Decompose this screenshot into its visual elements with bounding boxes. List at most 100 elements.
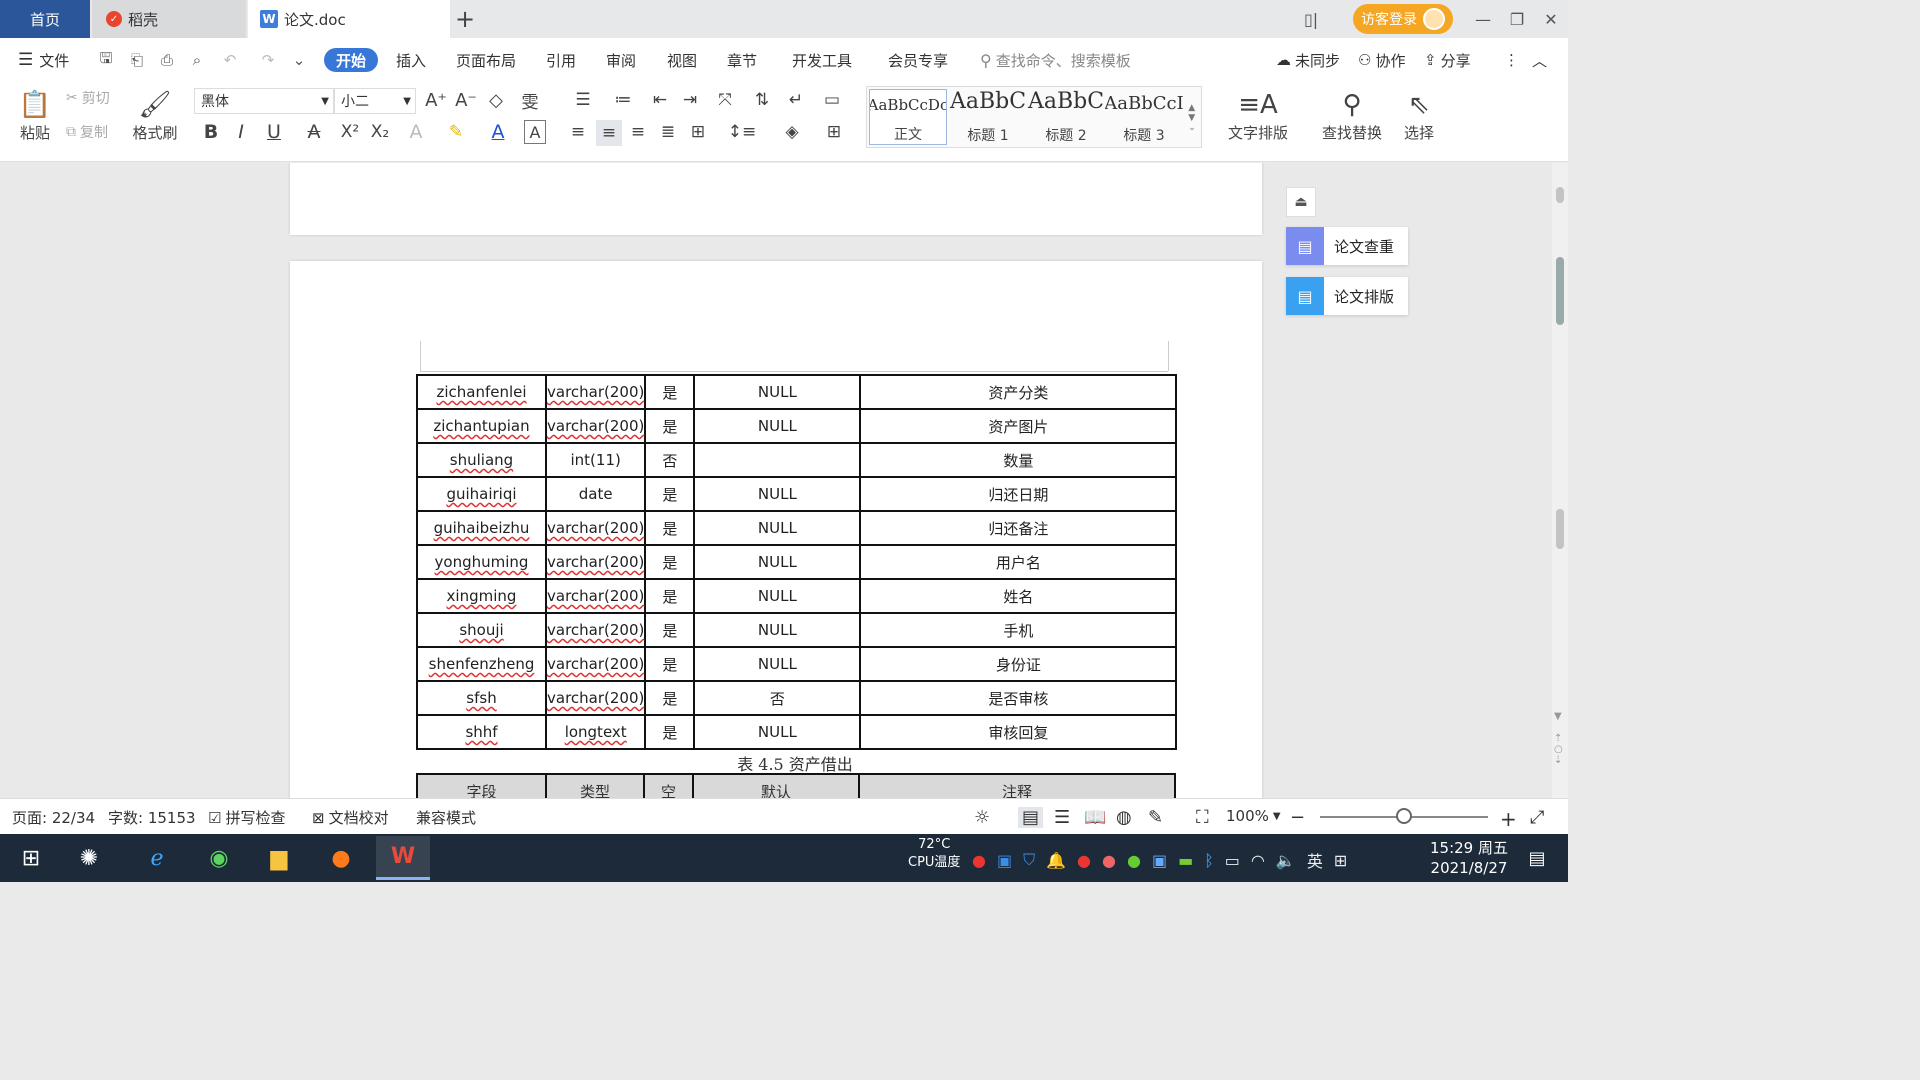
zoom-in-icon[interactable]: + [1500,807,1517,831]
type-cell[interactable]: varchar(200) [544,612,647,648]
file-menu[interactable]: ☰ 文件 [18,48,69,72]
print-preview-icon[interactable]: ⌕ [187,50,207,70]
line-spacing-icon[interactable]: ↕≡ [724,120,760,144]
distribute-icon[interactable]: ⊞ [686,120,710,144]
style-normal[interactable]: AaBbCcDc 正文 [869,89,947,145]
bell-icon[interactable]: 🔔 [1046,851,1066,870]
copy-button[interactable]: ⧉ 复制 [66,122,108,142]
type-cell[interactable]: varchar(200) [544,680,647,716]
style-heading-2[interactable]: AaBbC 标题 2 [1027,89,1105,145]
eye-protect-icon[interactable]: ☼ [974,807,990,828]
field-name-cell[interactable]: guihaibeizhu [416,510,547,546]
default-cell[interactable]: NULL [693,374,862,410]
nvidia-icon[interactable]: ▬ [1178,851,1193,870]
nullable-cell[interactable]: 否 [644,442,696,478]
shield-icon[interactable]: ⛉ [1023,850,1035,870]
subscript-icon[interactable]: X₂ [368,120,392,144]
nullable-cell[interactable]: 是 [644,578,696,614]
comment-cell[interactable]: 资产分类 [859,374,1178,410]
zoom-out-icon[interactable]: − [1290,807,1305,828]
comment-cell[interactable]: 手机 [859,612,1178,648]
paste-button[interactable]: 📋 粘贴 [12,86,58,146]
quick-access-dropdown-icon[interactable]: ⌄ [289,50,309,70]
more-icon[interactable]: ⋮ [1504,48,1519,72]
field-name-cell[interactable]: sfsh [416,680,547,716]
app-orange-icon[interactable]: ● [314,836,368,880]
nullable-cell[interactable]: 是 [644,680,696,716]
default-cell[interactable]: NULL [693,714,862,750]
field-name-cell[interactable]: shouji [416,612,547,648]
windows-start-icon[interactable]: ⊞ [4,836,58,880]
menu-page-layout[interactable]: 页面布局 [456,48,516,72]
command-search[interactable]: ⚲ 查找命令、搜索模板 [980,48,1131,72]
spell-check-button[interactable]: ☑ 拼写检查 [208,807,285,828]
bullet-list-icon[interactable]: ☰ [566,88,600,112]
comment-cell[interactable]: 用户名 [859,544,1178,580]
tray-app-icon[interactable]: ● [972,851,986,870]
tray-app-icon[interactable]: ● [1102,851,1116,870]
wps-office-icon[interactable]: W [376,836,430,880]
tray-app-icon[interactable]: ● [1127,851,1141,870]
fit-page-icon[interactable]: ⛶ [1196,807,1209,828]
comment-cell[interactable]: 资产图片 [859,408,1178,444]
align-left-icon[interactable]: ≡ [566,120,590,144]
default-cell[interactable] [693,442,862,478]
guest-login-button[interactable]: 访客登录 [1353,4,1453,34]
menu-chapter[interactable]: 章节 [727,48,757,72]
default-cell[interactable]: 否 [693,680,862,716]
align-center-icon[interactable]: ≡ [596,120,622,146]
menu-references[interactable]: 引用 [546,48,576,72]
field-name-cell[interactable]: yonghuming [416,544,547,580]
default-cell[interactable]: NULL [693,510,862,546]
sync-status[interactable]: ☁ 未同步 [1276,48,1340,72]
justify-icon[interactable]: ≣ [656,120,680,144]
bluetooth-icon[interactable]: ᛒ [1204,851,1214,870]
fullscreen-icon[interactable]: ⤢ [1530,807,1544,828]
outline-view-icon[interactable]: ☰ [1054,807,1070,828]
restore-button[interactable]: ❐ [1500,0,1534,38]
comment-cell[interactable]: 归还日期 [859,476,1178,512]
print-icon[interactable]: ⎙ [157,50,177,70]
wifi-icon[interactable]: ◠ [1251,851,1265,870]
ime-language[interactable]: 英 [1307,848,1323,872]
undo-icon[interactable]: ↶ [220,50,240,70]
highlight-icon[interactable]: ✎ [440,120,472,144]
page-nav-icon[interactable]: ⇡ ○ ⇣ [1554,733,1563,766]
menu-view[interactable]: 视图 [667,48,697,72]
file-explorer-icon[interactable]: ▆ [252,836,306,880]
numbered-list-icon[interactable]: ≔ [606,88,640,112]
default-cell[interactable]: NULL [693,476,862,512]
page-indicator[interactable]: 页面: 22/34 [12,807,95,828]
grow-font-icon[interactable]: A⁺ [424,88,448,112]
type-cell[interactable]: varchar(200) [544,374,647,410]
styles-scroll-icon[interactable]: ▲ ▼ ⌄ [1185,89,1199,147]
notification-center-icon[interactable]: ▤ [1512,836,1562,880]
comment-cell[interactable]: 是否审核 [859,680,1178,716]
type-cell[interactable]: varchar(200) [544,510,647,546]
new-tab-button[interactable]: + [452,0,478,38]
collapse-ribbon-icon[interactable]: ︿ [1532,48,1547,72]
scroll-thumb-top[interactable] [1556,187,1564,203]
window-layout-icon[interactable]: ▯| [1304,0,1334,38]
field-name-cell[interactable]: zichanfenlei [416,374,547,410]
zoom-level[interactable]: 100% ▼ [1226,807,1281,825]
redo-icon[interactable]: ↷ [258,50,278,70]
scroll-thumb[interactable] [1556,257,1564,325]
pinyin-icon[interactable]: 雯 [514,88,546,113]
default-cell[interactable]: NULL [693,544,862,580]
ie-browser-icon[interactable]: ℯ [130,836,184,880]
tab-daoke[interactable]: ✓ 稻壳 [92,0,246,38]
text-layout-button[interactable]: ≡A 文字排版 [1220,86,1296,146]
nullable-cell[interactable]: 是 [644,714,696,750]
type-cell[interactable]: varchar(200) [544,408,647,444]
comment-cell[interactable]: 身份证 [859,646,1178,682]
default-cell[interactable]: NULL [693,408,862,444]
default-cell[interactable]: NULL [693,612,862,648]
word-count[interactable]: 字数: 15153 [108,807,196,828]
nullable-cell[interactable]: 是 [644,374,696,410]
proofread-button[interactable]: ⊠ 文档校对 [312,807,389,828]
tray-app-icon[interactable]: ● [1077,851,1091,870]
menu-developer[interactable]: 开发工具 [792,48,852,72]
comment-cell[interactable]: 姓名 [859,578,1178,614]
select-button[interactable]: ⇖ 选择 [1394,86,1444,146]
